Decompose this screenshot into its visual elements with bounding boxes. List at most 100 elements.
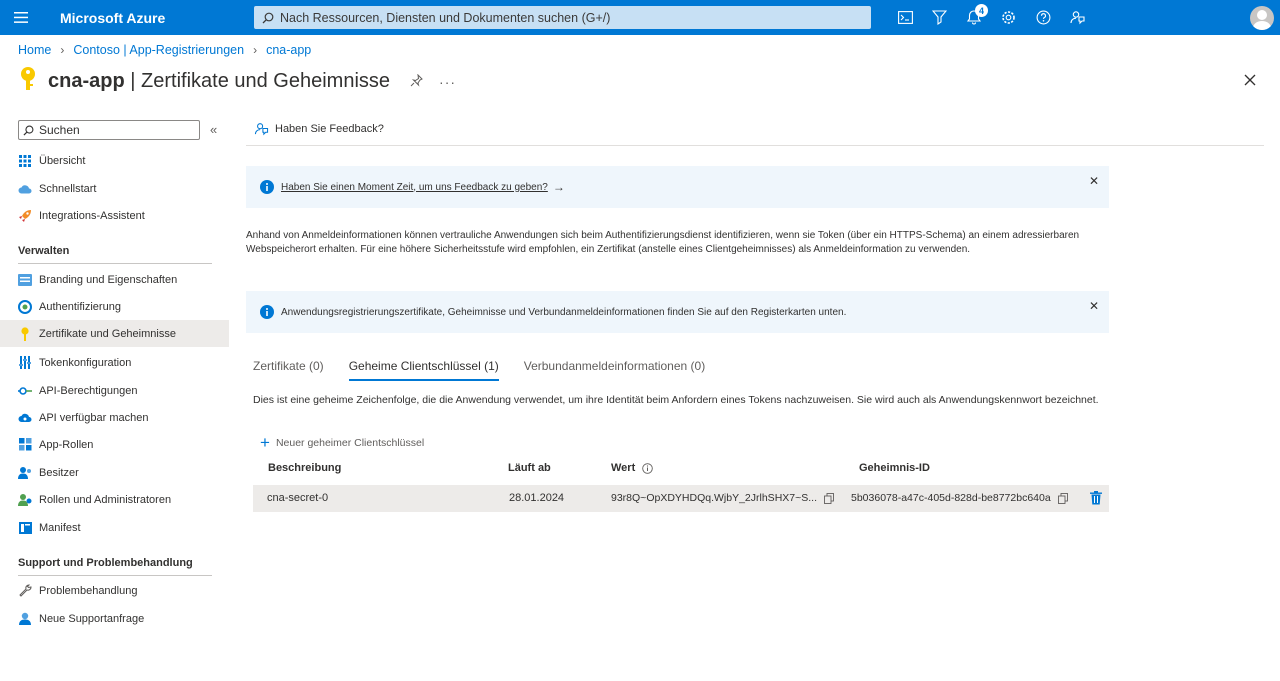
sidebar-item-token-configuration[interactable]: Tokenkonfiguration bbox=[0, 349, 229, 376]
top-bar: Microsoft Azure Nach Ressourcen, Dienste… bbox=[0, 0, 1280, 35]
cloud-shell-icon[interactable] bbox=[888, 0, 923, 35]
app-name: cna-app bbox=[48, 70, 125, 92]
secret-expires: 28.01.2024 bbox=[509, 492, 565, 504]
page-name: Zertifikate und Geheimnisse bbox=[141, 70, 391, 92]
title-separator: | bbox=[130, 70, 136, 92]
tab-description: Dies ist eine geheime Zeichenfolge, die … bbox=[253, 394, 1099, 406]
table-row[interactable]: cna-secret-0 28.01.2024 93r8Q~OpXDYHDQq.… bbox=[253, 485, 1109, 512]
rocket-icon bbox=[18, 209, 32, 223]
roles-admins-icon bbox=[18, 493, 32, 507]
info-outline-icon[interactable] bbox=[642, 462, 654, 474]
plus-icon: + bbox=[260, 433, 270, 452]
collapse-sidebar-icon[interactable]: « bbox=[210, 122, 217, 137]
secret-value-cell: 93r8Q~OpXDYHDQq.WjbY_2JrlhSHX7~S... bbox=[611, 492, 834, 504]
user-avatar[interactable] bbox=[1250, 6, 1274, 30]
dismiss-icon[interactable]: ✕ bbox=[1089, 299, 1099, 313]
column-expires: Läuft ab bbox=[508, 462, 551, 474]
dismiss-icon[interactable]: ✕ bbox=[1089, 174, 1099, 188]
feedback-button[interactable]: Haben Sie Feedback? bbox=[254, 122, 384, 136]
branding-icon bbox=[18, 273, 32, 287]
breadcrumb-home[interactable]: Home bbox=[18, 43, 51, 57]
sidebar-item-new-support-request[interactable]: Neue Supportanfrage bbox=[0, 605, 229, 632]
key-icon bbox=[18, 66, 38, 97]
sidebar-item-label: Problembehandlung bbox=[39, 584, 138, 597]
sidebar-search-input[interactable]: Suchen bbox=[18, 120, 200, 140]
tab-certificates[interactable]: Zertifikate (0) bbox=[253, 359, 324, 381]
tab-federated-credentials[interactable]: Verbundanmeldeinformationen (0) bbox=[524, 359, 705, 381]
sidebar-item-label: Authentifizierung bbox=[39, 300, 121, 313]
chevron-right-icon: › bbox=[253, 43, 258, 57]
sidebar-item-branding[interactable]: Branding und Eigenschaften bbox=[0, 266, 229, 293]
search-icon bbox=[23, 125, 34, 136]
support-person-icon bbox=[18, 612, 32, 626]
sidebar-item-label: Zertifikate und Geheimnisse bbox=[39, 327, 176, 340]
breadcrumb-app-registrations[interactable]: Contoso | App-Registrierungen bbox=[73, 43, 244, 57]
sidebar-item-label: Neue Supportanfrage bbox=[39, 612, 145, 625]
page-header: cna-app | Zertifikate und Geheimnisse ··… bbox=[18, 66, 456, 97]
sidebar-item-overview[interactable]: Übersicht bbox=[0, 147, 229, 174]
sidebar-item-api-permissions[interactable]: API-Berechtigungen bbox=[0, 377, 229, 404]
global-search-input[interactable]: Nach Ressourcen, Diensten und Dokumenten… bbox=[254, 6, 871, 29]
menu-icon[interactable] bbox=[0, 0, 42, 35]
column-value: Wert bbox=[611, 462, 654, 474]
sidebar-item-integration-assistant[interactable]: Integrations-Assistent bbox=[0, 202, 229, 229]
sidebar-item-certificates-secrets[interactable]: Zertifikate und Geheimnisse bbox=[0, 320, 229, 347]
wrench-icon bbox=[18, 584, 32, 598]
secret-value: 93r8Q~OpXDYHDQq.WjbY_2JrlhSHX7~S... bbox=[611, 492, 818, 504]
sidebar-item-quickstart[interactable]: Schnellstart bbox=[0, 175, 229, 202]
delete-icon[interactable] bbox=[1090, 491, 1102, 505]
divider bbox=[246, 145, 1264, 146]
column-secret-id: Geheimnis-ID bbox=[859, 462, 930, 474]
sidebar-item-owners[interactable]: Besitzer bbox=[0, 459, 229, 486]
tab-client-secrets[interactable]: Geheime Clientschlüssel (1) bbox=[348, 359, 499, 381]
feedback-icon[interactable] bbox=[1061, 0, 1096, 35]
feedback-icon bbox=[254, 123, 269, 136]
info-icon bbox=[260, 305, 274, 319]
settings-gear-icon[interactable] bbox=[992, 0, 1027, 35]
sidebar-item-label: Integrations-Assistent bbox=[39, 209, 145, 222]
credential-tabs: Zertifikate (0) Geheime Clientschlüssel … bbox=[253, 359, 730, 381]
secret-description: cna-secret-0 bbox=[267, 492, 329, 504]
sidebar-item-expose-api[interactable]: API verfügbar machen bbox=[0, 404, 229, 431]
help-icon[interactable] bbox=[1026, 0, 1061, 35]
sidebar-item-label: Tokenkonfiguration bbox=[39, 356, 132, 369]
sidebar-item-label: Übersicht bbox=[39, 154, 86, 167]
secret-id-cell: 5b036078-a47c-405d-828d-be8772bc640a bbox=[851, 492, 1068, 504]
pin-icon[interactable] bbox=[410, 73, 423, 90]
copy-id-icon[interactable] bbox=[1057, 492, 1068, 504]
copy-value-icon[interactable] bbox=[823, 492, 834, 504]
authentication-icon bbox=[18, 299, 32, 314]
close-icon[interactable] bbox=[1244, 70, 1256, 91]
secrets-table-header: Beschreibung Läuft ab Wert Geheimnis-ID bbox=[253, 462, 1109, 480]
description-text: Anhand von Anmeldeinformationen können v… bbox=[246, 230, 1080, 255]
sidebar-item-label: Besitzer bbox=[39, 466, 79, 479]
new-client-secret-button[interactable]: + Neuer geheimer Clientschlüssel bbox=[260, 433, 424, 453]
brand-title[interactable]: Microsoft Azure bbox=[60, 10, 254, 26]
sidebar-item-authentication[interactable]: Authentifizierung bbox=[0, 293, 229, 320]
sidebar-item-manifest[interactable]: Manifest bbox=[0, 514, 229, 541]
cloud-icon bbox=[18, 182, 32, 196]
sidebar-item-label: Branding und Eigenschaften bbox=[39, 273, 178, 286]
token-config-icon bbox=[18, 356, 32, 370]
sidebar-item-troubleshooting[interactable]: Problembehandlung bbox=[0, 577, 229, 604]
api-permissions-icon bbox=[18, 384, 32, 398]
key-icon bbox=[18, 326, 32, 341]
feedback-prompt-link[interactable]: Haben Sie einen Moment Zeit, um uns Feed… bbox=[281, 182, 548, 193]
column-description: Beschreibung bbox=[268, 462, 342, 474]
info-tabs-text: Anwendungsregistrierungszertifikate, Geh… bbox=[281, 306, 847, 318]
notifications-icon[interactable]: 4 bbox=[957, 0, 992, 35]
info-banner-feedback: Haben Sie einen Moment Zeit, um uns Feed… bbox=[246, 166, 1109, 208]
sidebar-item-roles-admins[interactable]: Rollen und Administratoren bbox=[0, 486, 229, 513]
breadcrumb-cna-app[interactable]: cna-app bbox=[266, 43, 311, 57]
search-icon bbox=[262, 12, 274, 23]
sidebar-item-app-roles[interactable]: App-Rollen bbox=[0, 431, 229, 458]
feedback-label: Haben Sie Feedback? bbox=[275, 123, 384, 135]
sidebar-search-placeholder: Suchen bbox=[39, 123, 80, 137]
info-icon bbox=[260, 180, 274, 194]
more-options-icon[interactable]: ··· bbox=[439, 74, 456, 90]
directory-filter-icon[interactable] bbox=[923, 0, 958, 35]
notification-badge: 4 bbox=[975, 4, 988, 17]
sidebar-item-label: App-Rollen bbox=[39, 438, 94, 451]
info-banner-tabs: Anwendungsregistrierungszertifikate, Geh… bbox=[246, 291, 1109, 333]
app-roles-icon bbox=[18, 438, 32, 452]
